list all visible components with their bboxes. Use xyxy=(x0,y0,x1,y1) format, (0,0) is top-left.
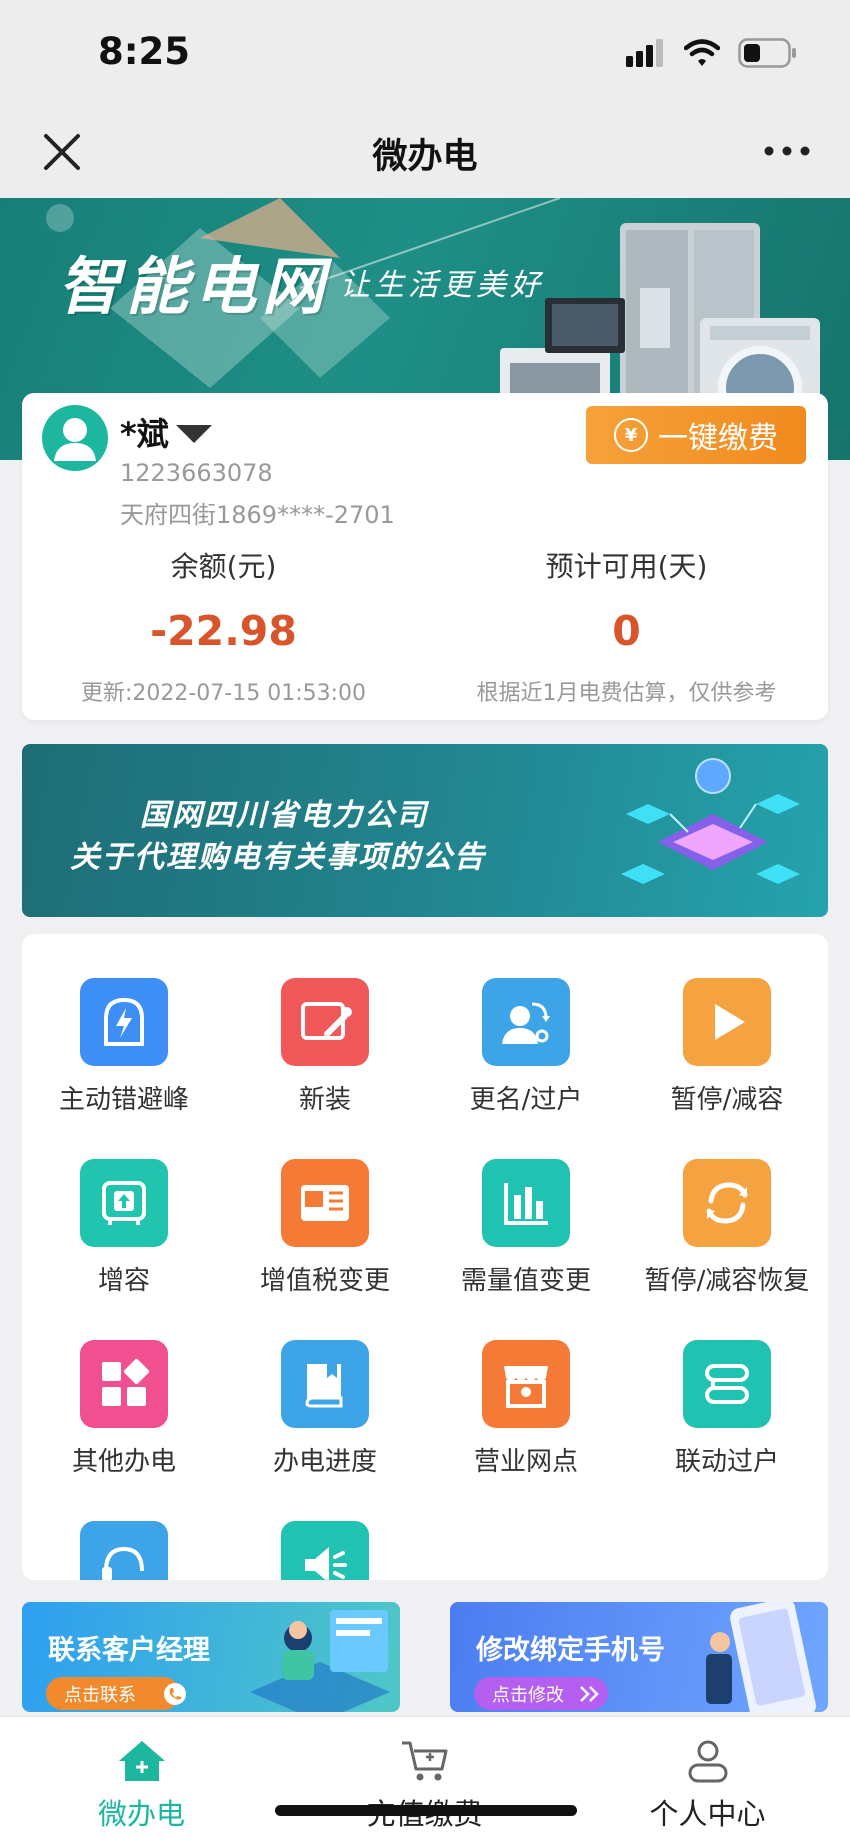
service-item[interactable]: 办电进度 xyxy=(225,1296,425,1477)
refresh-icon xyxy=(683,1159,771,1247)
speaker-icon xyxy=(281,1521,369,1580)
balance-value: -22.98 xyxy=(150,607,297,655)
service-label: 暂停/减容 xyxy=(670,1085,784,1115)
avatar xyxy=(42,405,108,471)
user-name: *斌 xyxy=(120,415,169,453)
service-item[interactable] xyxy=(225,1477,425,1580)
grid-icon xyxy=(80,1340,168,1428)
contact-manager-title: 联系客户经理 xyxy=(48,1635,210,1666)
balance-section: 余额(元) -22.98 更新:2022-07-15 01:53:00 xyxy=(22,545,425,707)
user-transfer-icon xyxy=(482,978,570,1066)
phone-illustration xyxy=(706,1602,816,1712)
service-label: 办电进度 xyxy=(272,1447,377,1477)
tax-icon xyxy=(281,1159,369,1247)
lightning-dome-icon xyxy=(80,978,168,1066)
tab-label: 微办电 xyxy=(97,1797,185,1831)
user-avatar-icon xyxy=(54,418,96,461)
change-phone-title: 修改绑定手机号 xyxy=(476,1635,665,1666)
status-icons xyxy=(626,38,798,68)
service-item[interactable] xyxy=(24,1477,224,1580)
tab-recharge[interactable]: 充值缴费 xyxy=(283,1717,566,1839)
service-item[interactable]: 主动错避峰 xyxy=(24,934,224,1115)
service-label: 联动过户 xyxy=(674,1447,779,1477)
wrench-card-icon xyxy=(281,978,369,1066)
contact-manager-button-label: 点击联系 xyxy=(64,1684,136,1706)
user-icon xyxy=(688,1740,727,1783)
service-item[interactable]: 暂停/减容恢复 xyxy=(627,1115,827,1296)
one-click-pay-button[interactable]: ¥ 一键缴费 xyxy=(586,406,806,464)
page-title: 微办电 xyxy=(372,137,478,177)
change-phone-card[interactable]: 修改绑定手机号 点击修改 xyxy=(450,1602,828,1712)
account-card: *斌 1223663078 天府四街1869****-2701 ¥ 一键缴费 余… xyxy=(22,393,828,720)
service-label: 营业网点 xyxy=(473,1447,578,1477)
service-item[interactable]: 增容 xyxy=(24,1115,224,1296)
days-note: 根据近1月电费估算，仅供参考 xyxy=(476,681,777,706)
days-value: 0 xyxy=(612,607,641,655)
home-icon xyxy=(118,1741,165,1781)
network-cube-illustration xyxy=(621,758,800,884)
chevrons-right-icon xyxy=(580,1686,599,1702)
service-item[interactable]: 需量值变更 xyxy=(426,1115,626,1296)
tab-home[interactable]: 微办电 xyxy=(0,1717,283,1839)
contact-manager-card[interactable]: 联系客户经理 点击联系 xyxy=(22,1602,400,1712)
tab-profile[interactable]: 个人中心 xyxy=(566,1717,849,1839)
service-label: 主动错避峰 xyxy=(58,1085,189,1115)
yuan-icon: ¥ xyxy=(614,418,648,452)
capacity-up-icon xyxy=(80,1159,168,1247)
battery-icon xyxy=(738,38,796,68)
service-item[interactable]: 增值税变更 xyxy=(225,1115,425,1296)
notice-banner[interactable]: 国网四川省电力公司 关于代理购电有关事项的公告 xyxy=(22,744,828,917)
service-item[interactable]: 暂停/减容 xyxy=(627,934,827,1115)
tab-label: 个人中心 xyxy=(649,1797,766,1831)
service-item[interactable]: 营业网点 xyxy=(426,1296,626,1477)
nav-bar: 微办电 xyxy=(0,110,850,198)
service-item[interactable]: 联动过户 xyxy=(627,1296,827,1477)
balance-label: 余额(元) xyxy=(170,550,277,583)
change-phone-button-label: 点击修改 xyxy=(492,1684,564,1706)
account-number: 1223663078 xyxy=(120,459,273,487)
headset-icon xyxy=(80,1521,168,1580)
notice-line-1: 国网四川省电力公司 xyxy=(140,798,428,833)
chevron-down-icon[interactable] xyxy=(174,423,214,445)
status-time: 8:25 xyxy=(98,30,191,73)
book-icon xyxy=(281,1340,369,1428)
hero-slogan-sub: 让生活更美好 xyxy=(340,268,544,303)
days-label: 预计可用(天) xyxy=(545,550,708,583)
cart-icon xyxy=(401,1741,447,1781)
phone-circle-icon xyxy=(164,1683,186,1705)
service-label: 暂停/减容恢复 xyxy=(644,1266,810,1296)
play-icon xyxy=(683,978,771,1066)
service-label: 增容 xyxy=(97,1266,150,1296)
service-item[interactable]: 其他办电 xyxy=(24,1296,224,1477)
days-section: 预计可用(天) 0 根据近1月电费估算，仅供参考 xyxy=(425,545,828,707)
store-icon xyxy=(482,1340,570,1428)
link-icon xyxy=(683,1340,771,1428)
service-label: 需量值变更 xyxy=(460,1266,591,1296)
contact-manager-button[interactable]: 点击联系 xyxy=(46,1677,180,1710)
hero-slogan: 智能电网 xyxy=(58,250,331,323)
more-icon[interactable] xyxy=(762,136,812,166)
notice-line-2: 关于代理购电有关事项的公告 xyxy=(70,840,486,875)
service-label: 其他办电 xyxy=(71,1447,176,1477)
service-item[interactable]: 新装 xyxy=(225,934,425,1115)
services-grid: 主动错避峰 新装 更名/过户 暂停/减容 增容 增值税变更 需量值变更 暂停/减… xyxy=(22,934,828,1580)
signal-icon xyxy=(626,39,663,67)
tab-bar: 微办电 充值缴费 个人中心 xyxy=(0,1716,850,1839)
manager-illustration xyxy=(250,1610,390,1712)
account-address: 天府四街1869****-2701 xyxy=(120,501,395,529)
service-label: 更名/过户 xyxy=(469,1085,583,1115)
status-bar: 8:25 xyxy=(0,0,850,110)
pay-button-label: 一键缴费 xyxy=(658,421,778,456)
service-item[interactable]: 更名/过户 xyxy=(426,934,626,1115)
balance-updated: 更新:2022-07-15 01:53:00 xyxy=(80,681,367,706)
service-label: 增值税变更 xyxy=(259,1266,390,1296)
service-label: 新装 xyxy=(298,1085,351,1115)
home-indicator[interactable] xyxy=(275,1805,577,1816)
bar-chart-icon xyxy=(482,1159,570,1247)
wifi-icon xyxy=(684,39,720,66)
